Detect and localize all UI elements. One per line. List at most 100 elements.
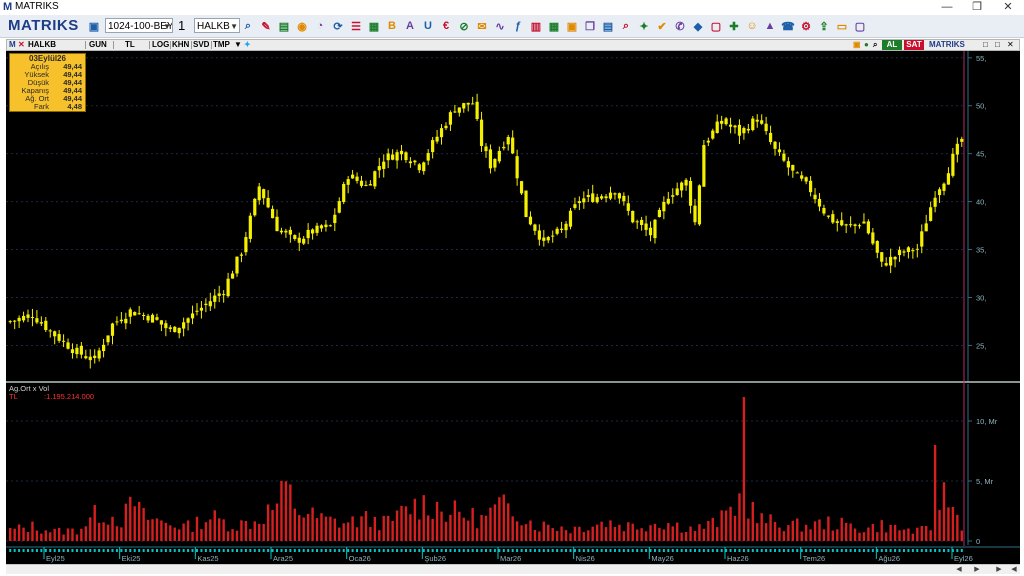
export-icon[interactable]: ▭: [834, 18, 850, 34]
mail-icon[interactable]: ∿: [492, 18, 508, 34]
volume-bar: [231, 529, 234, 541]
bar-chart-icon[interactable]: ◉: [294, 18, 310, 34]
time-tick: [916, 549, 919, 552]
draw-icon[interactable]: ▤: [276, 18, 292, 34]
app-logo-icon: M: [3, 1, 13, 13]
horizontal-scrollbar[interactable]: ◀ ▶ ▶ ◀: [6, 564, 1020, 574]
zoom-icon[interactable]: ✎: [258, 18, 274, 34]
currency-tl-button[interactable]: TL: [125, 40, 135, 50]
chart-close-icon[interactable]: ✕: [18, 40, 25, 50]
chart-line-icon[interactable]: ƒ: [510, 18, 526, 34]
monitor-icon[interactable]: ▢: [852, 18, 868, 34]
settings-icon[interactable]: ⇪: [816, 18, 832, 34]
candle-body: [44, 320, 48, 331]
grid-icon[interactable]: ▣: [564, 18, 580, 34]
time-tick: [796, 549, 799, 552]
volume-bar: [609, 520, 612, 541]
tmp-button[interactable]: TMP: [213, 40, 230, 50]
buy-button[interactable]: AL: [882, 40, 902, 50]
window-icon[interactable]: ✚: [726, 18, 742, 34]
refresh-icon[interactable]: ☰: [348, 18, 364, 34]
cube-icon[interactable]: ▢: [708, 18, 724, 34]
search-icon[interactable]: ✦: [636, 18, 652, 34]
candle-body: [61, 340, 66, 342]
candle-body: [488, 149, 493, 169]
svd-button[interactable]: SVD: [193, 40, 209, 50]
table-icon[interactable]: B: [384, 18, 400, 34]
candle-body: [439, 128, 444, 138]
time-tick: [729, 549, 732, 552]
chart-symbol[interactable]: HALKB: [28, 40, 56, 50]
globe-icon[interactable]: ◔: [312, 18, 328, 34]
time-tick: [898, 549, 901, 552]
volume-bar: [453, 500, 457, 541]
check-icon[interactable]: ✆: [672, 18, 688, 34]
function-icon[interactable]: ▥: [528, 18, 544, 34]
volume-bar: [893, 524, 897, 541]
period-select[interactable]: 1: [176, 18, 192, 33]
sell-button[interactable]: SAT: [904, 40, 924, 50]
pin-icon[interactable]: ☺: [744, 18, 760, 34]
scroll-end-button[interactable]: ▶: [994, 565, 1004, 574]
log-scale-button[interactable]: LOG: [152, 40, 169, 50]
volume-bar: [729, 506, 732, 541]
copy-icon[interactable]: ▤: [600, 18, 616, 34]
candle-body: [617, 193, 621, 199]
volume-bar: [880, 520, 883, 541]
time-tick: [556, 549, 559, 552]
time-tick: [529, 549, 532, 552]
khn-button[interactable]: KHN: [172, 40, 189, 50]
euro-icon[interactable]: ⊘: [456, 18, 472, 34]
chart-maximize-button[interactable]: □: [995, 40, 1000, 50]
volume-bar: [342, 523, 345, 541]
scroll-right-button[interactable]: ▶: [972, 565, 982, 574]
volume-bar: [671, 526, 674, 541]
save-icon[interactable]: ⌕: [240, 18, 256, 34]
candle-body: [257, 186, 261, 201]
minimize-button[interactable]: —: [932, 0, 962, 14]
chart-close-button[interactable]: ✕: [1007, 40, 1014, 50]
twitter-icon[interactable]: ✔: [654, 18, 670, 34]
time-tick: [160, 549, 163, 552]
alert-icon[interactable]: ☎: [780, 18, 796, 34]
list-icon[interactable]: ▦: [366, 18, 382, 34]
clock-icon[interactable]: ⟳: [330, 18, 346, 34]
lock-icon[interactable]: ▣: [853, 40, 861, 50]
time-tick: [676, 549, 679, 552]
candle-body: [26, 314, 30, 318]
calculator-icon[interactable]: ❐: [582, 18, 598, 34]
time-tick: [124, 549, 127, 552]
save-icon[interactable]: ▣: [86, 18, 102, 34]
chat-icon[interactable]: ◆: [690, 18, 706, 34]
volume-bar: [702, 528, 706, 541]
search-icon[interactable]: ⌕: [873, 40, 877, 50]
candle-body: [742, 128, 746, 134]
volume-bar: [858, 532, 861, 541]
candle-body: [155, 317, 159, 320]
page-icon[interactable]: ⌕: [618, 18, 634, 34]
phone-icon[interactable]: ⚙: [798, 18, 814, 34]
stop-icon[interactable]: ✉: [474, 18, 490, 34]
period-gun-button[interactable]: GUN: [89, 40, 107, 50]
maximize-button[interactable]: ❐: [962, 0, 992, 14]
time-tick: [347, 549, 350, 552]
scroll-start-button[interactable]: ◀: [1009, 565, 1019, 574]
portfolio-icon[interactable]: ▦: [546, 18, 562, 34]
font-color-icon[interactable]: U: [420, 18, 436, 34]
chart-minimize-button[interactable]: □: [983, 40, 988, 50]
chevron-down-icon[interactable]: ▼: [234, 40, 242, 50]
user-icon[interactable]: ▲: [762, 18, 778, 34]
price-chart[interactable]: 25,30,35,40,45,50,55, Ag.Ort x Vol TL :1…: [6, 51, 1020, 564]
time-tick: [453, 549, 456, 552]
time-tick: [609, 549, 612, 552]
close-button[interactable]: ✕: [993, 0, 1023, 14]
underline-icon[interactable]: €: [438, 18, 454, 34]
candle-body: [502, 146, 506, 149]
candle-body: [84, 356, 88, 359]
bold-icon[interactable]: A: [402, 18, 418, 34]
symbol-select[interactable]: HALKB ▼: [194, 18, 240, 33]
volume-bar: [57, 527, 61, 541]
scroll-left-button[interactable]: ◀: [954, 565, 964, 574]
twitter-icon[interactable]: ✦: [244, 40, 251, 50]
layout-select[interactable]: 1024-100-BEYA ▼: [105, 18, 173, 33]
